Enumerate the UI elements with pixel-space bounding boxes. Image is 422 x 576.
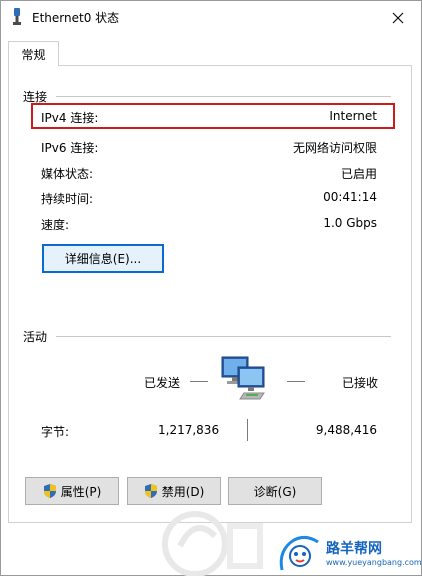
- sent-label: 已发送: [144, 376, 181, 390]
- ipv4-value: Internet: [329, 109, 377, 123]
- connection-divider: [56, 96, 391, 97]
- network-adapter-icon: [11, 8, 23, 26]
- duration-value: 00:41:14: [323, 190, 377, 204]
- properties-button[interactable]: 属性(P): [25, 477, 119, 505]
- properties-button-label: 属性(P): [60, 484, 102, 499]
- bytes-sent-value: 1,217,836: [158, 423, 220, 437]
- tab-general[interactable]: 常规: [8, 41, 59, 66]
- media-state-value: 已启用: [340, 167, 377, 181]
- sent-dash: [190, 381, 208, 382]
- details-button[interactable]: 详细信息(E)...: [42, 244, 164, 273]
- activity-divider: [56, 336, 391, 337]
- ipv6-value: 无网络访问权限: [292, 141, 377, 155]
- tab-panel-general: [8, 65, 412, 523]
- title-bar[interactable]: Ethernet0 状态: [1, 1, 421, 34]
- network-computers-icon: [220, 353, 270, 401]
- ipv4-label: IPv4 连接:: [41, 111, 99, 125]
- disable-button-label: 禁用(D): [161, 484, 205, 499]
- duration-label: 持续时间:: [41, 192, 94, 206]
- close-button[interactable]: [375, 1, 421, 34]
- diagnose-button[interactable]: 诊断(G): [228, 477, 322, 505]
- close-icon: [392, 12, 404, 23]
- uac-shield-icon: [43, 484, 56, 498]
- activity-separator: [247, 419, 248, 441]
- media-state-label: 媒体状态:: [41, 167, 94, 181]
- disable-button[interactable]: 禁用(D): [127, 477, 221, 505]
- received-label: 已接收: [342, 376, 379, 390]
- speed-label: 速度:: [41, 218, 70, 232]
- bytes-received-value: 9,488,416: [315, 423, 377, 437]
- status-dialog: Ethernet0 状态 常规 连接 IPv4 连接: Internet IPv…: [0, 0, 422, 576]
- details-button-label: 详细信息(E)...: [64, 252, 142, 266]
- window-title: Ethernet0 状态: [32, 11, 120, 25]
- received-dash: [287, 381, 305, 382]
- speed-value: 1.0 Gbps: [323, 216, 377, 230]
- bytes-label: 字节:: [41, 425, 70, 439]
- activity-section-label: 活动: [23, 328, 54, 345]
- ipv6-label: IPv6 连接:: [41, 141, 99, 155]
- uac-shield-icon: [144, 484, 157, 498]
- diagnose-button-label: 诊断(G): [253, 484, 297, 499]
